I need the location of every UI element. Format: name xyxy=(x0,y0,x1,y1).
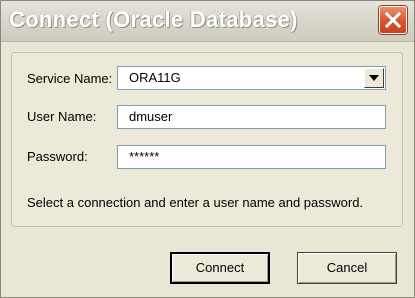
user-name-value: dmuser xyxy=(129,109,173,124)
close-button[interactable] xyxy=(379,6,407,34)
close-icon xyxy=(385,12,401,28)
title-bar[interactable]: Connect (Oracle Database) xyxy=(1,1,414,42)
password-value: ****** xyxy=(129,149,160,164)
cancel-button[interactable]: Cancel xyxy=(297,252,397,284)
connection-group: Service Name: ORA11G User Name: dmuser P… xyxy=(11,52,403,227)
user-name-label: User Name: xyxy=(27,109,97,124)
chevron-down-icon[interactable] xyxy=(364,68,384,88)
window-title: Connect (Oracle Database) xyxy=(9,7,298,32)
user-name-field[interactable]: dmuser xyxy=(117,105,386,129)
service-name-select[interactable]: ORA11G xyxy=(117,66,386,90)
password-field[interactable]: ****** xyxy=(117,145,386,169)
service-name-value: ORA11G xyxy=(129,70,181,85)
service-name-label: Service Name: xyxy=(27,71,113,86)
instruction-text: Select a connection and enter a user nam… xyxy=(27,195,364,210)
password-label: Password: xyxy=(27,149,88,164)
connect-button[interactable]: Connect xyxy=(170,252,270,284)
connect-dialog: Connect (Oracle Database) Service Name: … xyxy=(0,0,415,298)
